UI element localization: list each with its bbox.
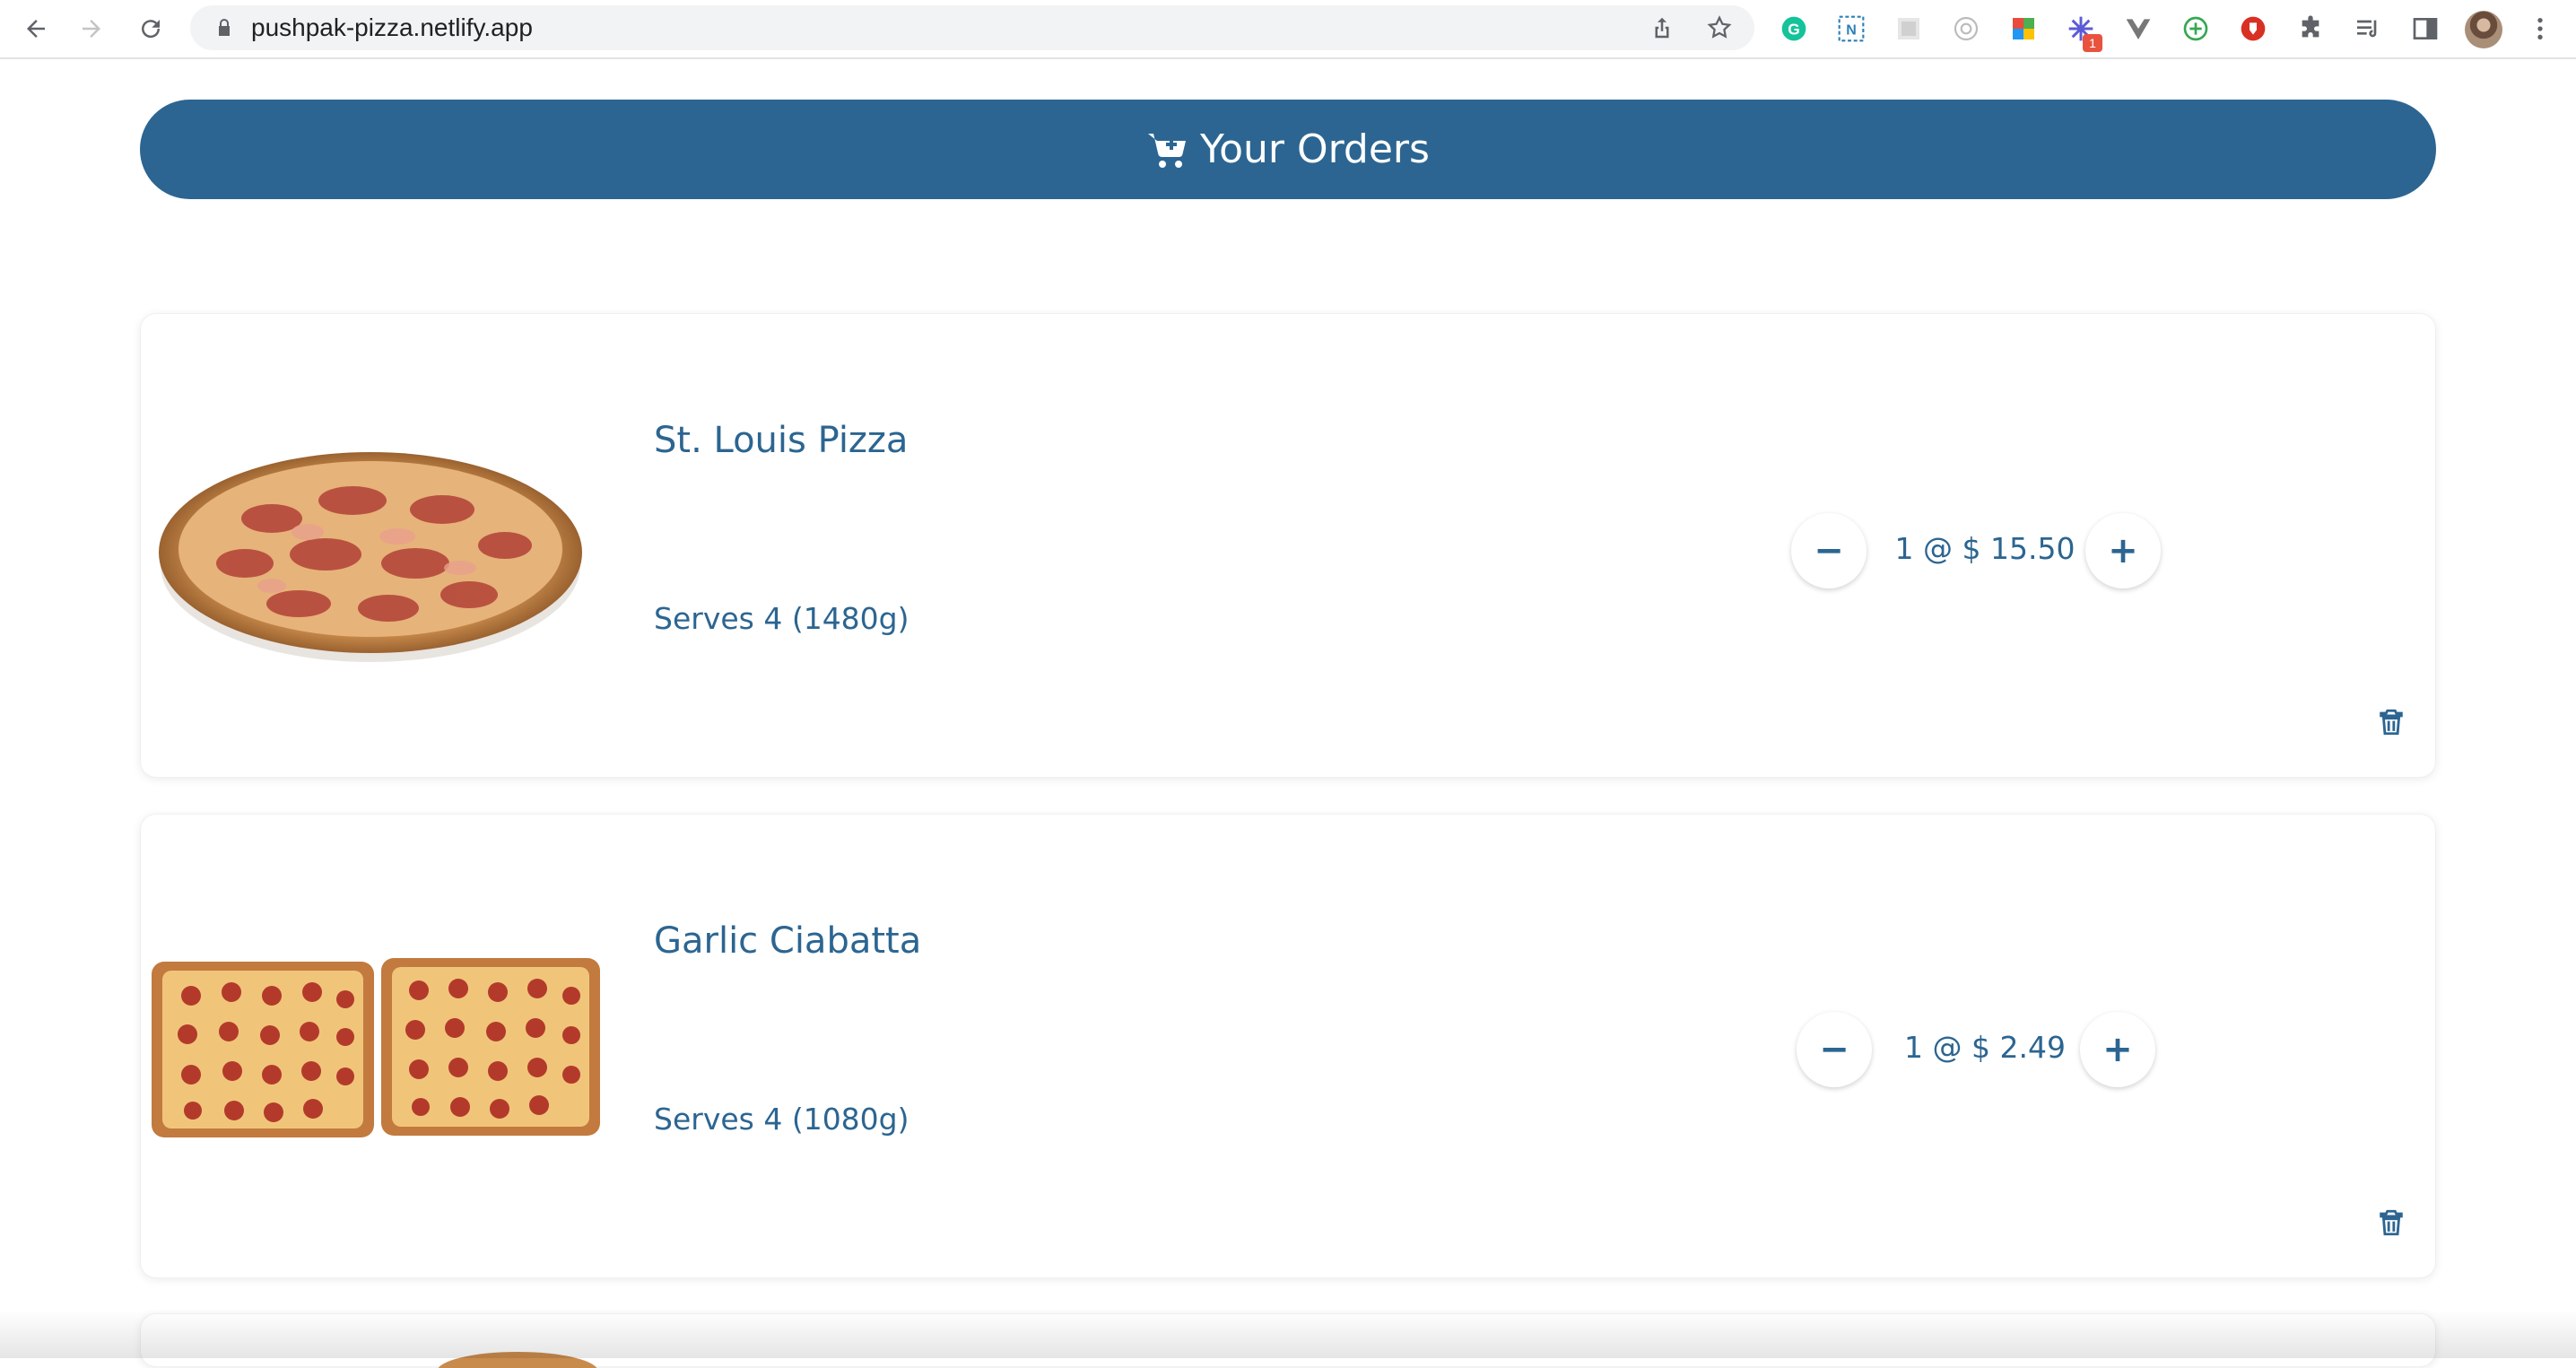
svg-text:G: G bbox=[1788, 21, 1799, 39]
cart-icon bbox=[1148, 133, 1187, 168]
scroll-shadow bbox=[0, 1310, 2576, 1358]
pizza-image bbox=[152, 958, 600, 1137]
reload-icon bbox=[142, 20, 161, 39]
decrease-quantity-button[interactable]: − bbox=[1791, 513, 1867, 588]
decrease-quantity-button[interactable]: − bbox=[1797, 1012, 1872, 1087]
sparkle-extension-icon[interactable]: 1 bbox=[2065, 13, 2102, 52]
target-extension-icon[interactable] bbox=[1950, 13, 1982, 45]
orders-title: Your Orders bbox=[1200, 126, 1430, 172]
vue-extension-icon[interactable] bbox=[2122, 13, 2154, 45]
svg-text:N: N bbox=[1846, 23, 1857, 39]
media-controls-icon[interactable] bbox=[2352, 13, 2384, 45]
forward-icon bbox=[83, 20, 100, 38]
orders-header: Your Orders bbox=[140, 100, 2436, 199]
quantity-price: 1 @ $ 15.50 bbox=[1894, 531, 2076, 566]
quantity-price: 1 @ $ 2.49 bbox=[1904, 1030, 2066, 1065]
url-text[interactable]: pushpak-pizza.netlify.app bbox=[251, 5, 533, 50]
order-card: Garlic Ciabatta Serves 4 (1080g) − 1 @ $… bbox=[140, 814, 2436, 1278]
back-button[interactable] bbox=[16, 9, 56, 48]
item-serves: Serves 4 (1480g) bbox=[654, 601, 909, 636]
colorful-extension-icon[interactable] bbox=[2007, 13, 2040, 45]
reload-button[interactable] bbox=[131, 9, 170, 48]
lock-icon bbox=[219, 19, 230, 36]
star-icon[interactable] bbox=[1706, 14, 1733, 41]
trash-icon[interactable] bbox=[2376, 707, 2406, 737]
notion-extension-icon[interactable]: N bbox=[1835, 13, 1867, 45]
item-name: Garlic Ciabatta bbox=[654, 920, 922, 962]
item-name: St. Louis Pizza bbox=[654, 420, 909, 461]
pizza-image bbox=[159, 452, 582, 662]
trash-icon[interactable] bbox=[2376, 1207, 2406, 1238]
back-icon bbox=[27, 20, 45, 38]
browser-toolbar: pushpak-pizza.netlify.app G N 1 bbox=[0, 0, 2576, 59]
extension-badge: 1 bbox=[2083, 34, 2102, 52]
plus-extension-icon[interactable] bbox=[2180, 13, 2212, 45]
grammarly-extension-icon[interactable]: G bbox=[1778, 13, 1810, 45]
more-menu-icon[interactable] bbox=[2524, 13, 2556, 45]
item-serves: Serves 4 (1080g) bbox=[654, 1102, 909, 1137]
increase-quantity-button[interactable]: + bbox=[2085, 513, 2161, 588]
puzzle-icon[interactable] bbox=[2294, 13, 2327, 45]
side-panel-icon[interactable] bbox=[2409, 13, 2441, 45]
order-card: St. Louis Pizza Serves 4 (1480g) − 1 @ $… bbox=[140, 313, 2436, 778]
address-bar[interactable]: pushpak-pizza.netlify.app bbox=[190, 5, 1754, 50]
grid-extension-icon[interactable] bbox=[1893, 13, 1925, 45]
share-icon[interactable] bbox=[1649, 14, 1675, 41]
profile-avatar[interactable] bbox=[2465, 11, 2502, 48]
shield-extension-icon[interactable] bbox=[2237, 13, 2269, 45]
forward-button[interactable] bbox=[72, 9, 111, 48]
increase-quantity-button[interactable]: + bbox=[2080, 1012, 2155, 1087]
